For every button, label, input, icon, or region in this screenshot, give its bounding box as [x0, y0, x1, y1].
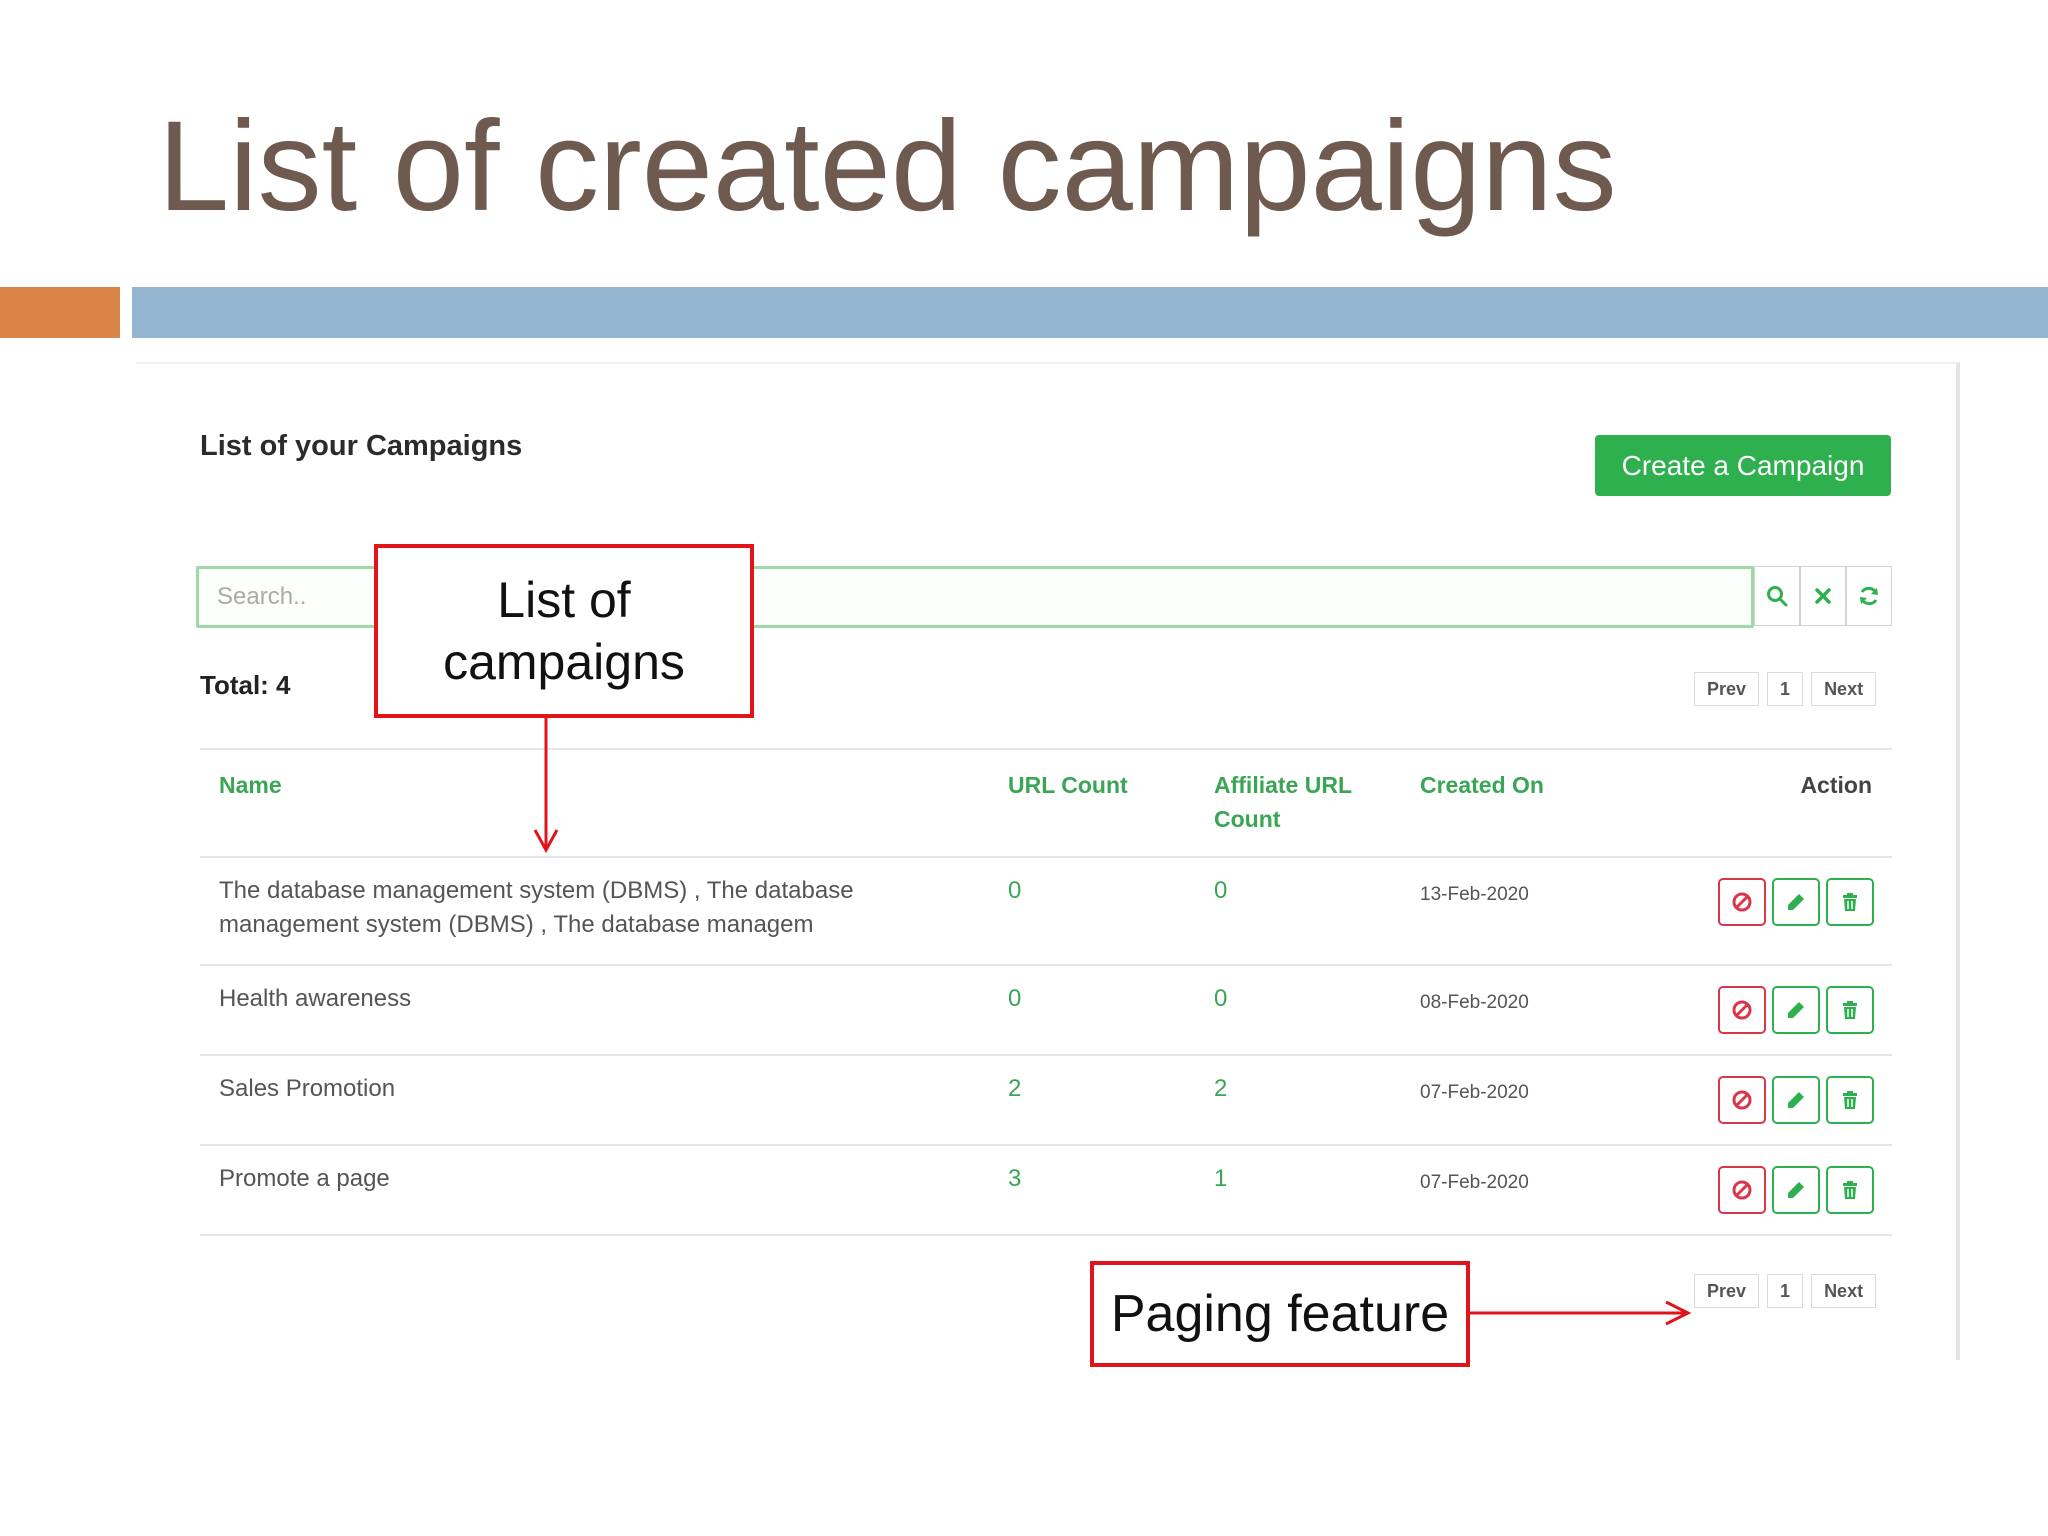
delete-button[interactable] [1826, 1166, 1874, 1214]
edit-button[interactable] [1772, 1166, 1820, 1214]
refresh-icon [1860, 586, 1878, 606]
page-number-button[interactable]: 1 [1767, 672, 1804, 706]
search-icon [1767, 586, 1788, 607]
accent-bar-blue [132, 287, 2048, 338]
edit-button[interactable] [1772, 986, 1820, 1034]
trash-icon [1843, 1181, 1857, 1199]
block-icon [1732, 892, 1752, 912]
delete-button[interactable] [1826, 878, 1874, 926]
row-actions [1718, 878, 1874, 926]
campaign-name[interactable]: Sales Promotion [219, 1072, 939, 1106]
col-affiliate-url-count: Affiliate URL Count [1214, 772, 1352, 832]
block-button[interactable] [1718, 986, 1766, 1034]
table-row: Promote a page 3 1 07-Feb-2020 [200, 1146, 1892, 1236]
block-button[interactable] [1718, 1076, 1766, 1124]
row-actions [1718, 986, 1874, 1034]
panel-heading: List of your Campaigns [200, 430, 523, 462]
block-icon [1732, 1000, 1752, 1020]
list-callout-line2: campaigns [443, 634, 685, 690]
page-number-button[interactable]: 1 [1767, 1274, 1804, 1308]
url-count: 3 [1008, 1165, 1022, 1192]
block-icon [1732, 1090, 1752, 1110]
edit-button[interactable] [1772, 1076, 1820, 1124]
row-actions [1718, 1076, 1874, 1124]
campaigns-table: Name URL Count Affiliate URL Count Creat… [200, 748, 1892, 1236]
edit-button[interactable] [1772, 878, 1820, 926]
accent-bar-orange [0, 287, 120, 338]
paging-callout: Paging feature [1090, 1261, 1470, 1367]
url-count: 2 [1008, 1075, 1022, 1102]
table-row: The database management system (DBMS) , … [200, 858, 1892, 966]
created-on: 07-Feb-2020 [1420, 1082, 1529, 1103]
slide-title: List of created campaigns [158, 95, 1617, 238]
block-button[interactable] [1718, 1166, 1766, 1214]
trash-icon [1843, 893, 1857, 911]
campaigns-panel: List of your Campaigns Create a Campaign [136, 362, 1960, 1360]
table-row: Health awareness 0 0 08-Feb-2020 [200, 966, 1892, 1056]
created-on: 07-Feb-2020 [1420, 1172, 1529, 1193]
delete-button[interactable] [1826, 986, 1874, 1034]
campaign-name[interactable]: The database management system (DBMS) , … [219, 874, 939, 942]
prev-page-button[interactable]: Prev [1694, 672, 1760, 706]
delete-button[interactable] [1826, 1076, 1874, 1124]
campaign-name[interactable]: Promote a page [219, 1162, 939, 1196]
created-on: 08-Feb-2020 [1420, 992, 1529, 1013]
affiliate-url-count: 2 [1214, 1075, 1228, 1102]
total-count: Total: 4 [200, 670, 291, 700]
table-header: Name URL Count Affiliate URL Count Creat… [200, 748, 1892, 858]
prev-page-button[interactable]: Prev [1694, 1274, 1760, 1308]
clear-icon [1815, 588, 1831, 604]
table-row: Sales Promotion 2 2 07-Feb-2020 [200, 1056, 1892, 1146]
refresh-button[interactable] [1846, 566, 1892, 626]
pagination-bottom: Prev 1 Next [1694, 1274, 1877, 1308]
trash-icon [1843, 1001, 1857, 1019]
list-callout-line1: List of [497, 572, 631, 628]
list-callout: List of campaigns [374, 544, 754, 718]
affiliate-url-count: 0 [1214, 877, 1228, 904]
affiliate-url-count: 0 [1214, 985, 1228, 1012]
clear-search-button[interactable] [1800, 566, 1846, 626]
next-page-button[interactable]: Next [1811, 672, 1877, 706]
edit-icon [1788, 1002, 1804, 1018]
col-action: Action [1800, 772, 1872, 798]
campaign-name[interactable]: Health awareness [219, 982, 939, 1016]
next-page-button[interactable]: Next [1811, 1274, 1877, 1308]
edit-icon [1788, 894, 1804, 910]
created-on: 13-Feb-2020 [1420, 884, 1529, 905]
edit-icon [1788, 1182, 1804, 1198]
url-count: 0 [1008, 985, 1022, 1012]
block-icon [1732, 1180, 1752, 1200]
row-actions [1718, 1166, 1874, 1214]
block-button[interactable] [1718, 878, 1766, 926]
pagination-top: Prev 1 Next [1694, 672, 1877, 706]
col-name: Name [219, 772, 282, 798]
create-campaign-button[interactable]: Create a Campaign [1595, 435, 1891, 496]
paging-callout-text: Paging feature [1110, 1285, 1450, 1343]
search-button[interactable] [1754, 566, 1800, 626]
col-url-count: URL Count [1008, 772, 1128, 798]
edit-icon [1788, 1092, 1804, 1108]
url-count: 0 [1008, 877, 1022, 904]
trash-icon [1843, 1091, 1857, 1109]
affiliate-url-count: 1 [1214, 1165, 1228, 1192]
col-created-on: Created On [1420, 772, 1544, 798]
